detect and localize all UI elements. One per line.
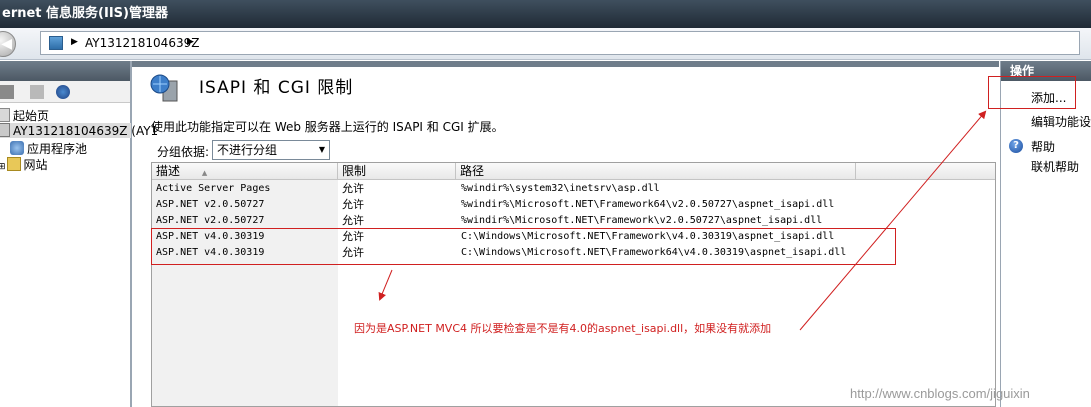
annotation-note: 因为是ASP.NET MVC4 所以要检查是不是有4.0的aspnet_isap… [354, 322, 772, 335]
annotation-arrows [378, 110, 987, 331]
watermark: http://www.cnblogs.com/jiguixin [850, 386, 1030, 401]
arrow-to-rows [378, 269, 393, 301]
arrow-to-add [799, 110, 987, 331]
